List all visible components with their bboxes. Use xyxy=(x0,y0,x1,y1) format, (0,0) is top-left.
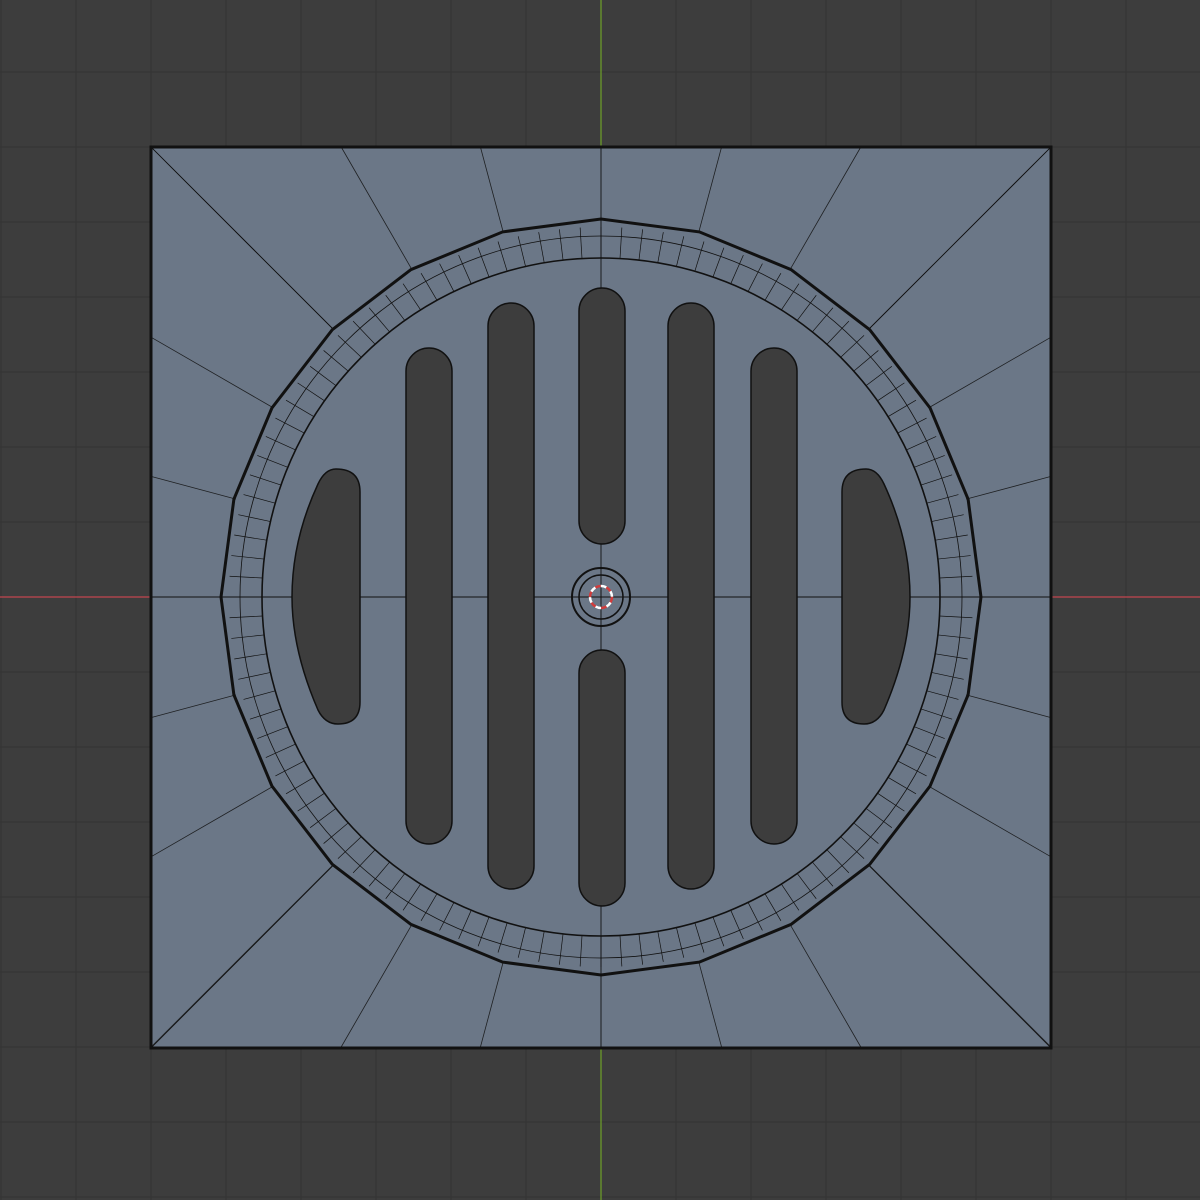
slot-hole xyxy=(578,287,626,545)
slot-hole xyxy=(578,649,626,907)
3d-viewport[interactable] xyxy=(0,0,1200,1200)
slot-hole xyxy=(667,302,715,890)
slot-hole xyxy=(487,302,535,890)
slot-hole xyxy=(750,347,798,845)
viewport-canvas[interactable] xyxy=(0,0,1200,1200)
slot-hole xyxy=(405,347,453,845)
